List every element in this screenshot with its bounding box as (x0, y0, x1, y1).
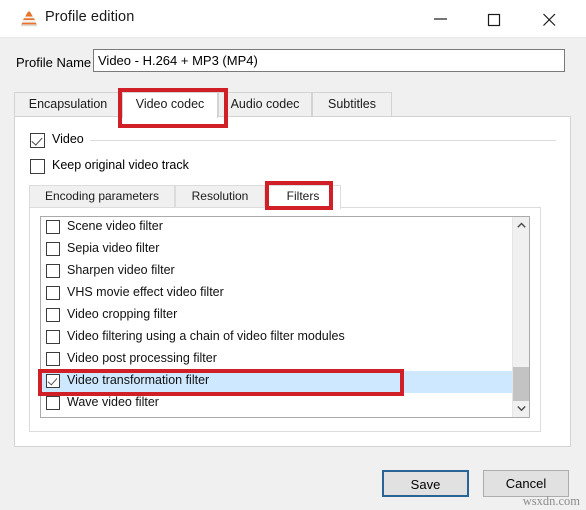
video-group-divider (90, 140, 556, 141)
minimize-button[interactable] (418, 0, 464, 37)
filter-list-item[interactable]: Scene video filter (41, 217, 512, 239)
filter-list-item[interactable]: Sharpen video filter (41, 261, 512, 283)
filter-label: Sepia video filter (67, 241, 160, 255)
tab-resolution[interactable]: Resolution (175, 185, 265, 207)
filter-list-item[interactable]: VHS movie effect video filter (41, 283, 512, 305)
tab-encoding-parameters[interactable]: Encoding parameters (29, 185, 175, 207)
filter-list-item[interactable]: Video cropping filter (41, 305, 512, 327)
tab-encapsulation[interactable]: Encapsulation (14, 92, 122, 116)
filter-checkbox[interactable] (46, 352, 60, 366)
title-bar: Profile edition (0, 0, 586, 38)
cancel-button[interactable]: Cancel (483, 470, 569, 497)
filter-label: Scene video filter (67, 219, 163, 233)
filter-list-item[interactable]: Wave video filter (41, 393, 512, 415)
tab-audio-codec[interactable]: Audio codec (218, 92, 312, 116)
profile-name-label: Profile Name (16, 55, 92, 70)
filter-checkbox[interactable] (46, 374, 60, 388)
filter-checkbox[interactable] (46, 308, 60, 322)
filter-label: VHS movie effect video filter (67, 285, 224, 299)
filter-checkbox[interactable] (46, 396, 60, 410)
filter-checkbox[interactable] (46, 242, 60, 256)
filter-label: Video transformation filter (67, 373, 210, 387)
tab-video-codec[interactable]: Video codec (122, 92, 218, 118)
filter-list-item[interactable]: Video transformation filter (41, 371, 512, 393)
tab-subtitles[interactable]: Subtitles (312, 92, 392, 116)
filter-checkbox[interactable] (46, 264, 60, 278)
scrollbar-thumb[interactable] (513, 367, 529, 401)
keep-original-video-track-label: Keep original video track (52, 158, 189, 172)
filter-label: Sharpen video filter (67, 263, 175, 277)
vlc-cone-icon (19, 8, 39, 28)
filter-list-item[interactable]: Video post processing filter (41, 349, 512, 371)
filters-listbox[interactable]: Scene video filter Sepia video filter Shar… (40, 216, 530, 418)
close-button[interactable] (527, 0, 573, 37)
video-settings-tab-strip: Encoding parameters Resolution Filters (29, 185, 541, 209)
scroll-down-button[interactable] (513, 400, 529, 417)
save-button[interactable]: Save (382, 470, 469, 497)
maximize-button[interactable] (472, 0, 518, 37)
scroll-up-button[interactable] (513, 217, 529, 234)
filters-scrollbar[interactable] (512, 217, 529, 417)
keep-original-video-track-checkbox[interactable] (30, 159, 45, 174)
filter-checkbox[interactable] (46, 220, 60, 234)
filter-label: Wave video filter (67, 395, 159, 409)
video-enable-label: Video (52, 132, 88, 146)
video-enable-checkbox[interactable] (30, 133, 45, 148)
filter-label: Video cropping filter (67, 307, 178, 321)
filter-checkbox[interactable] (46, 330, 60, 344)
filter-checkbox[interactable] (46, 286, 60, 300)
profile-name-input[interactable] (93, 49, 565, 72)
window-title: Profile edition (45, 9, 135, 25)
tab-filters[interactable]: Filters (265, 185, 341, 209)
filter-list-item[interactable]: Video filtering using a chain of video f… (41, 327, 512, 349)
codec-tab-strip: Encapsulation Video codec Audio codec Su… (14, 92, 571, 118)
watermark: wsxdn.com (522, 494, 580, 508)
filter-label: Video post processing filter (67, 351, 217, 365)
filter-list-item[interactable]: Sepia video filter (41, 239, 512, 261)
filter-label: Video filtering using a chain of video f… (67, 329, 345, 343)
